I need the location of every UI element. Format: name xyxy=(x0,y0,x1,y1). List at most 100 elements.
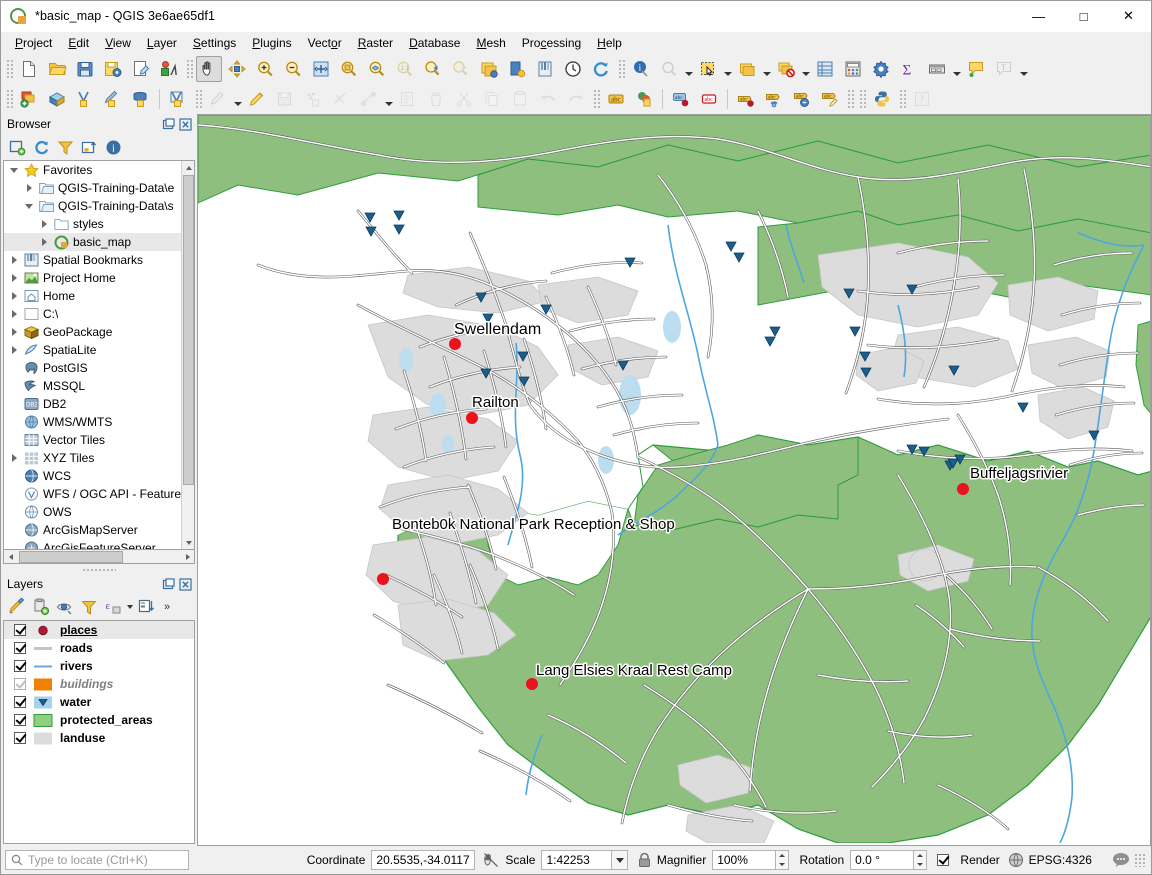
chevron-right-icon[interactable] xyxy=(6,251,22,269)
map-canvas[interactable]: Swellendam Railton Bonteb0k National Par… xyxy=(197,114,1151,846)
pin-labels-icon[interactable]: abc xyxy=(668,86,694,112)
current-edits-dropdown-arrow[interactable] xyxy=(232,86,243,112)
menu-settings[interactable]: Settings xyxy=(185,34,244,52)
vertex-tool-icon[interactable] xyxy=(356,86,382,112)
chevron-right-icon[interactable] xyxy=(6,449,22,467)
refresh-all-layers-icon[interactable] xyxy=(476,56,502,82)
field-calculator-icon[interactable] xyxy=(840,56,866,82)
toolbar-handle-2[interactable] xyxy=(185,58,193,80)
zoom-in-icon[interactable] xyxy=(252,56,278,82)
copy-features-icon[interactable] xyxy=(479,86,505,112)
modify-attributes-icon[interactable] xyxy=(395,86,421,112)
deselect-features-icon[interactable] xyxy=(773,56,799,82)
layer-visibility-checkbox[interactable] xyxy=(14,624,26,636)
select-value-dropdown-arrow[interactable] xyxy=(761,56,772,82)
move-label-icon[interactable]: abc xyxy=(733,86,759,112)
chevron-down-icon[interactable] xyxy=(6,161,22,179)
python-console-icon[interactable] xyxy=(869,86,895,112)
scroll-right-arrow[interactable] xyxy=(181,551,194,563)
zoom-next-icon[interactable] xyxy=(448,56,474,82)
scale-dropdown-arrow[interactable] xyxy=(612,850,628,870)
layer-row[interactable]: buildings xyxy=(4,675,194,693)
hscroll-thumb[interactable] xyxy=(19,551,123,563)
menu-database[interactable]: Database xyxy=(401,34,468,52)
menu-project[interactable]: PProjectroject xyxy=(7,34,60,52)
menu-vector[interactable]: Vector xyxy=(300,34,350,52)
cut-features-icon[interactable] xyxy=(451,86,477,112)
add-postgis-layer-icon[interactable] xyxy=(128,86,154,112)
add-point-feature-icon[interactable] xyxy=(300,86,326,112)
layer-visibility-checkbox[interactable] xyxy=(14,642,26,654)
toggle-editing-icon[interactable] xyxy=(244,86,270,112)
close-button[interactable]: ✕ xyxy=(1106,1,1151,32)
browser-horizontal-scrollbar[interactable] xyxy=(3,550,195,564)
toolbar-handle-3[interactable] xyxy=(617,58,625,80)
menu-help[interactable]: Help xyxy=(589,34,630,52)
zoom-last-icon[interactable] xyxy=(420,56,446,82)
chevron-down-icon[interactable] xyxy=(21,197,37,215)
open-attribute-table-icon[interactable] xyxy=(812,56,838,82)
select-by-value-icon[interactable] xyxy=(734,56,760,82)
toolbar-handle-8[interactable] xyxy=(858,88,866,110)
save-project-as-icon[interactable] xyxy=(100,56,126,82)
layer-row[interactable]: water xyxy=(4,693,194,711)
add-mesh-layer-icon[interactable] xyxy=(72,86,98,112)
zoom-to-selection-icon[interactable] xyxy=(336,56,362,82)
browser-tree-item[interactable]: styles xyxy=(4,215,181,233)
measure-dropdown-arrow[interactable] xyxy=(683,56,694,82)
layer-visibility-checkbox[interactable] xyxy=(14,714,26,726)
manage-map-themes-icon[interactable] xyxy=(53,595,77,619)
toolbar-handle[interactable] xyxy=(5,58,13,80)
measure-line-icon[interactable] xyxy=(656,56,682,82)
menu-processing[interactable]: Processing xyxy=(514,34,589,52)
layer-row[interactable]: roads xyxy=(4,639,194,657)
scroll-down-arrow[interactable] xyxy=(182,536,195,549)
close-panel-icon[interactable] xyxy=(178,117,193,132)
chevron-right-icon[interactable] xyxy=(21,179,37,197)
collapse-all-icon[interactable] xyxy=(77,135,101,159)
zoom-to-layer-icon[interactable] xyxy=(364,56,390,82)
annotations-icon[interactable] xyxy=(963,56,989,82)
chevron-right-icon[interactable] xyxy=(6,287,22,305)
shapefile-dropdown-arrow[interactable] xyxy=(951,56,962,82)
browser-tree-item[interactable]: MSSQL xyxy=(4,377,181,395)
scale-field[interactable]: 1:42253 xyxy=(541,850,612,870)
browser-tree-item[interactable]: GeoPackage xyxy=(4,323,181,341)
browser-tree-item[interactable]: SpatiaLite xyxy=(4,341,181,359)
browser-tree-item[interactable]: Home xyxy=(4,287,181,305)
render-checkbox[interactable] xyxy=(937,854,949,866)
chevron-right-icon[interactable] xyxy=(6,323,22,341)
magnifier-stepper[interactable] xyxy=(776,850,789,870)
hscroll-track[interactable] xyxy=(17,551,181,563)
show-bookmarks-icon[interactable] xyxy=(532,56,558,82)
scroll-thumb[interactable] xyxy=(183,175,194,485)
label-properties-icon[interactable]: abc xyxy=(817,86,843,112)
toggle-extents-icon[interactable] xyxy=(483,851,500,869)
browser-tree-item[interactable]: Spatial Bookmarks xyxy=(4,251,181,269)
browser-tree-item[interactable]: XYZ Tiles xyxy=(4,449,181,467)
menu-edit[interactable]: Edit xyxy=(60,34,97,52)
pan-to-selection-icon[interactable] xyxy=(224,56,250,82)
layer-visibility-checkbox[interactable] xyxy=(14,696,26,708)
browser-tree-item[interactable]: QGIS-Training-Data\s xyxy=(4,197,181,215)
browser-tree-item[interactable]: Vector Tiles xyxy=(4,431,181,449)
float-panel-icon[interactable] xyxy=(161,117,176,132)
undo-icon[interactable] xyxy=(535,86,561,112)
identify-features-icon[interactable]: i xyxy=(628,56,654,82)
layers-list[interactable]: placesroadsriversbuildingswaterprotected… xyxy=(3,620,195,844)
layer-visibility-checkbox[interactable] xyxy=(14,660,26,672)
add-layer-icon[interactable] xyxy=(5,135,29,159)
toolbar-handle-5[interactable] xyxy=(194,88,202,110)
browser-tree-item[interactable]: DB2DB2 xyxy=(4,395,181,413)
menu-mesh[interactable]: Mesh xyxy=(468,34,513,52)
rotation-stepper[interactable] xyxy=(914,850,927,870)
new-project-icon[interactable] xyxy=(16,56,42,82)
delete-selected-icon[interactable] xyxy=(423,86,449,112)
browser-tree-item[interactable]: ArcGisFeatureServer xyxy=(4,539,181,549)
text-annotation-icon[interactable]: T xyxy=(991,56,1017,82)
paste-features-icon[interactable] xyxy=(507,86,533,112)
browser-tree-item[interactable]: WFS / OGC API - Feature xyxy=(4,485,181,503)
menu-layer[interactable]: Layer xyxy=(139,34,185,52)
resize-grip[interactable] xyxy=(1134,853,1147,867)
zoom-full-icon[interactable] xyxy=(308,56,334,82)
